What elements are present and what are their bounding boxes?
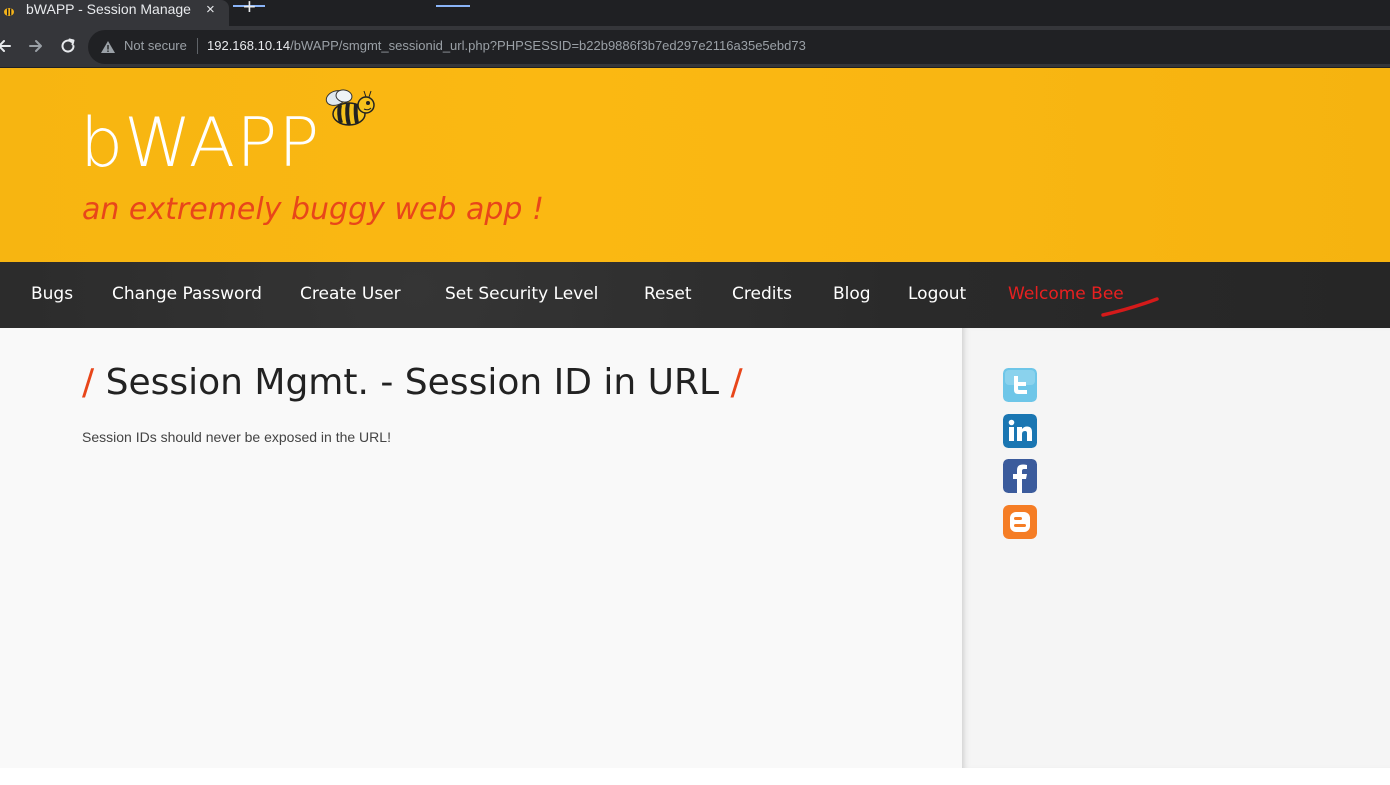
title-slash-right: / bbox=[730, 362, 743, 403]
site-header: bWAPP an extremely buggy web app ! bbox=[0, 68, 1390, 262]
linkedin-icon[interactable] bbox=[1003, 414, 1037, 448]
url-text[interactable]: 192.168.10.14/bWAPP/smgmt_sessionid_url.… bbox=[207, 38, 806, 53]
facebook-icon[interactable] bbox=[1003, 459, 1037, 493]
nav-item-logout[interactable]: Logout bbox=[908, 284, 966, 304]
tab-indicator bbox=[436, 5, 470, 7]
warning-icon[interactable] bbox=[100, 40, 116, 54]
reload-icon[interactable] bbox=[57, 35, 79, 57]
url-path: /bWAPP/smgmt_sessionid_url.php?PHPSESSID… bbox=[290, 38, 806, 53]
page-description: Session IDs should never be exposed in t… bbox=[82, 429, 391, 445]
tab-close-icon[interactable]: × bbox=[206, 0, 215, 20]
sidebar bbox=[962, 328, 1390, 768]
nav-item-blog[interactable]: Blog bbox=[833, 284, 871, 304]
nav-item-credits[interactable]: Credits bbox=[732, 284, 792, 304]
back-arrow-icon[interactable] bbox=[0, 35, 16, 57]
forward-arrow-icon[interactable] bbox=[25, 35, 47, 57]
nav-item-bugs[interactable]: Bugs bbox=[31, 284, 73, 304]
twitter-icon[interactable] bbox=[1003, 368, 1037, 402]
red-underline-annotation bbox=[1101, 297, 1159, 317]
browser-tab[interactable]: bWAPP - Session Manage × bbox=[0, 0, 229, 26]
not-secure-label[interactable]: Not secure bbox=[124, 38, 187, 53]
main-content: / Session Mgmt. - Session ID in URL / Se… bbox=[0, 328, 962, 768]
footer-strip bbox=[0, 768, 1390, 785]
address-separator bbox=[197, 38, 198, 54]
new-tab-button[interactable]: + bbox=[243, 0, 256, 18]
nav-item-reset[interactable]: Reset bbox=[644, 284, 692, 304]
browser-toolbar: Not secure 192.168.10.14/bWAPP/smgmt_ses… bbox=[0, 26, 1390, 68]
nav-item-create-user[interactable]: Create User bbox=[300, 284, 401, 304]
bee-favicon-icon bbox=[4, 8, 14, 16]
nav-item-set-security-level[interactable]: Set Security Level bbox=[445, 284, 598, 304]
site-tagline: an extremely buggy web app ! bbox=[82, 192, 545, 227]
page-title: / Session Mgmt. - Session ID in URL / bbox=[82, 362, 743, 403]
address-bar[interactable]: Not secure 192.168.10.14/bWAPP/smgmt_ses… bbox=[88, 30, 1390, 64]
bee-logo-icon bbox=[325, 89, 375, 126]
nav-item-change-password[interactable]: Change Password bbox=[112, 284, 262, 304]
page-title-text: Session Mgmt. - Session ID in URL bbox=[105, 362, 720, 403]
site-logo[interactable]: bWAPP bbox=[80, 104, 320, 183]
url-host: 192.168.10.14 bbox=[207, 38, 291, 53]
blogger-icon[interactable] bbox=[1003, 505, 1037, 539]
tab-title: bWAPP - Session Manage bbox=[26, 1, 191, 17]
main-nav: Bugs Change Password Create User Set Sec… bbox=[0, 262, 1390, 328]
browser-tab-bar: bWAPP - Session Manage × + bbox=[0, 0, 1390, 26]
title-slash-left: / bbox=[82, 362, 95, 403]
